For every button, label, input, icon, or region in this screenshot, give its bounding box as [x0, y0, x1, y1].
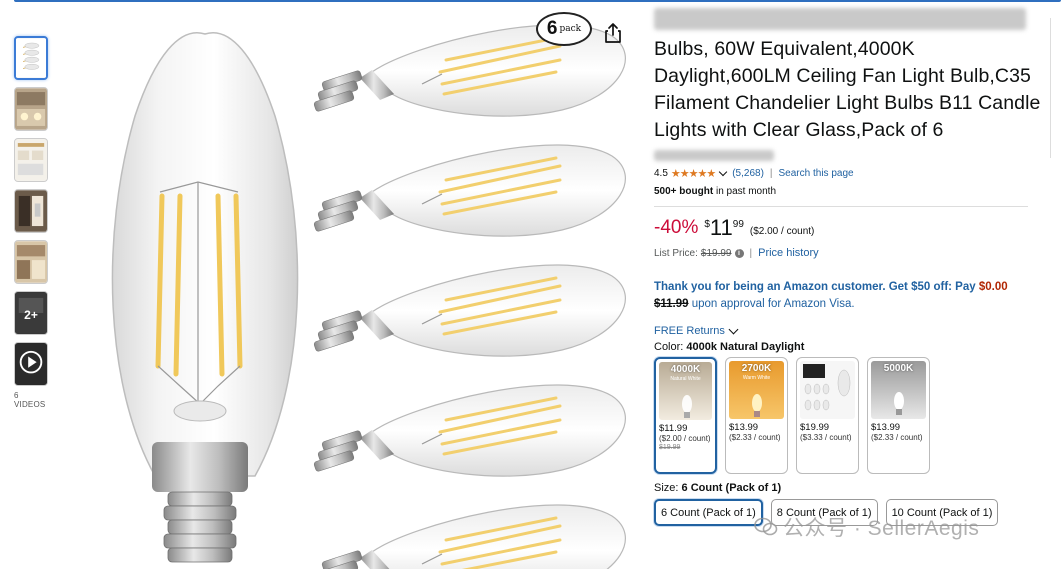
info-icon[interactable]: i — [734, 248, 744, 258]
product-details: Bulbs, 60W Equivalent,4000K Daylight,600… — [654, 8, 1050, 526]
swatch-unit-price: ($2.33 / count) — [729, 433, 781, 442]
swatch-price: $13.99 — [729, 422, 759, 433]
promo-pay-amount: $0.00 — [978, 281, 1008, 293]
free-returns-link[interactable]: FREE Returns — [654, 324, 1050, 337]
separator: | — [749, 247, 753, 259]
discount-percent: -40% — [654, 217, 699, 238]
rating-value: 4.5 — [654, 168, 668, 179]
blurred-title-line — [654, 8, 1026, 30]
promo-original-price: $11.99 — [654, 298, 689, 310]
swatch-unit-price: ($2.33 / count) — [871, 433, 923, 442]
swatch-unit-price: ($3.33 / count) — [800, 433, 852, 442]
size-option-6-count[interactable]: 6 Count (Pack of 1) — [654, 499, 763, 526]
bulb-icon — [752, 394, 762, 417]
price-fraction: 99 — [732, 219, 744, 230]
credit-card-promo[interactable]: Thank you for being an Amazon customer. … — [654, 279, 1050, 313]
rating-row: 4.5 ★★★★★ (5,268) | Search this page — [654, 167, 1050, 180]
watermark: 公众号 · SellerAegis — [754, 512, 979, 542]
pack-badge: 6 pack — [536, 12, 592, 46]
chevron-down-icon — [728, 324, 739, 334]
pack-badge-number: 6 — [546, 18, 558, 39]
swatch-unit-price: ($2.00 / count) — [659, 434, 711, 443]
more-count-label: 2+ — [24, 308, 38, 322]
pack-badge-text: pack — [559, 24, 582, 34]
list-price-value: $19.99 — [700, 247, 732, 259]
swatch-image: 5000K — [871, 361, 926, 419]
product-title: Bulbs, 60W Equivalent,4000K Daylight,600… — [654, 38, 1041, 141]
promo-suffix: upon approval for Amazon Visa. — [688, 298, 855, 310]
swatch-price: $13.99 — [871, 422, 901, 433]
swatch-image: 2700K Warm White — [729, 361, 784, 419]
watermark-text: 公众号 · SellerAegis — [783, 517, 980, 540]
rating-count-link[interactable]: (5,268) — [732, 168, 764, 179]
size-label-prefix: Size: — [654, 482, 679, 494]
bought-suffix: in past month — [713, 186, 776, 197]
color-selected: 4000k Natural Daylight — [686, 341, 805, 353]
thumbnail-4[interactable] — [14, 189, 48, 233]
thumbnail-more-videos[interactable]: 2+ — [14, 291, 48, 335]
size-label: Size: 6 Count (Pack of 1) — [654, 482, 1050, 494]
color-swatch-multipack[interactable]: $19.99 ($3.33 / count) — [796, 357, 859, 474]
wechat-icon — [754, 517, 778, 536]
list-price-row: List Price: $19.99 i | Price history — [654, 247, 1050, 259]
price-history-link[interactable]: Price history — [758, 247, 819, 259]
promo-text: Thank you for being an Amazon customer. … — [654, 281, 976, 293]
share-icon[interactable] — [603, 22, 623, 44]
thumbnail-5[interactable] — [14, 240, 48, 284]
color-label: Color: 4000k Natural Daylight — [654, 341, 1050, 353]
price-block: -40% $ 11 99 ($2.00 / count) — [654, 217, 1050, 239]
unit-price: ($2.00 / count) — [749, 226, 815, 237]
color-swatch-5000k[interactable]: 5000K $13.99 ($2.33 / count) — [867, 357, 930, 474]
swatch-image: 4000K Natural White — [659, 362, 712, 420]
thumbnail-strip: 2+ 6 VIDEOS — [14, 36, 50, 409]
swatch-price: $11.99 — [659, 423, 688, 434]
star-rating-icon[interactable]: ★★★★★ — [671, 167, 716, 180]
list-price-label: List Price: — [654, 247, 698, 259]
main-product-image[interactable] — [100, 6, 630, 569]
divider — [1050, 18, 1051, 158]
thumbnail-1[interactable] — [14, 36, 48, 80]
divider — [654, 206, 1028, 207]
thumbnail-2[interactable] — [14, 87, 48, 131]
thumbnail-video[interactable] — [14, 342, 48, 386]
color-swatches: 4000K Natural White $11.99 ($2.00 / coun… — [654, 357, 1050, 474]
color-swatch-2700k[interactable]: 2700K Warm White $13.99 ($2.33 / count) — [725, 357, 788, 474]
thumbnail-3[interactable] — [14, 138, 48, 182]
color-swatch-4000k[interactable]: 4000K Natural White $11.99 ($2.00 / coun… — [654, 357, 717, 474]
bought-badge: 500+ bought in past month — [654, 186, 1050, 197]
chevron-down-icon[interactable] — [718, 167, 728, 176]
free-returns-label: FREE Returns — [654, 325, 725, 337]
bought-count: 500+ bought — [654, 186, 714, 197]
price-whole: 11 — [709, 215, 733, 240]
videos-count-label: 6 VIDEOS — [14, 391, 46, 409]
top-border — [14, 0, 1061, 2]
size-selected: 6 Count (Pack of 1) — [681, 482, 782, 494]
swatch-image — [800, 361, 855, 419]
bulb-icon — [682, 395, 692, 418]
bulb-icon — [894, 392, 904, 415]
search-this-page-link[interactable]: Search this page — [779, 168, 854, 179]
swatch-strike-price: $19.99 — [659, 444, 681, 451]
swatch-price: $19.99 — [800, 422, 830, 433]
bulbs-icon — [803, 364, 851, 411]
separator: | — [769, 168, 773, 179]
blurred-brand-link — [654, 150, 774, 161]
color-label-prefix: Color: — [654, 341, 684, 353]
